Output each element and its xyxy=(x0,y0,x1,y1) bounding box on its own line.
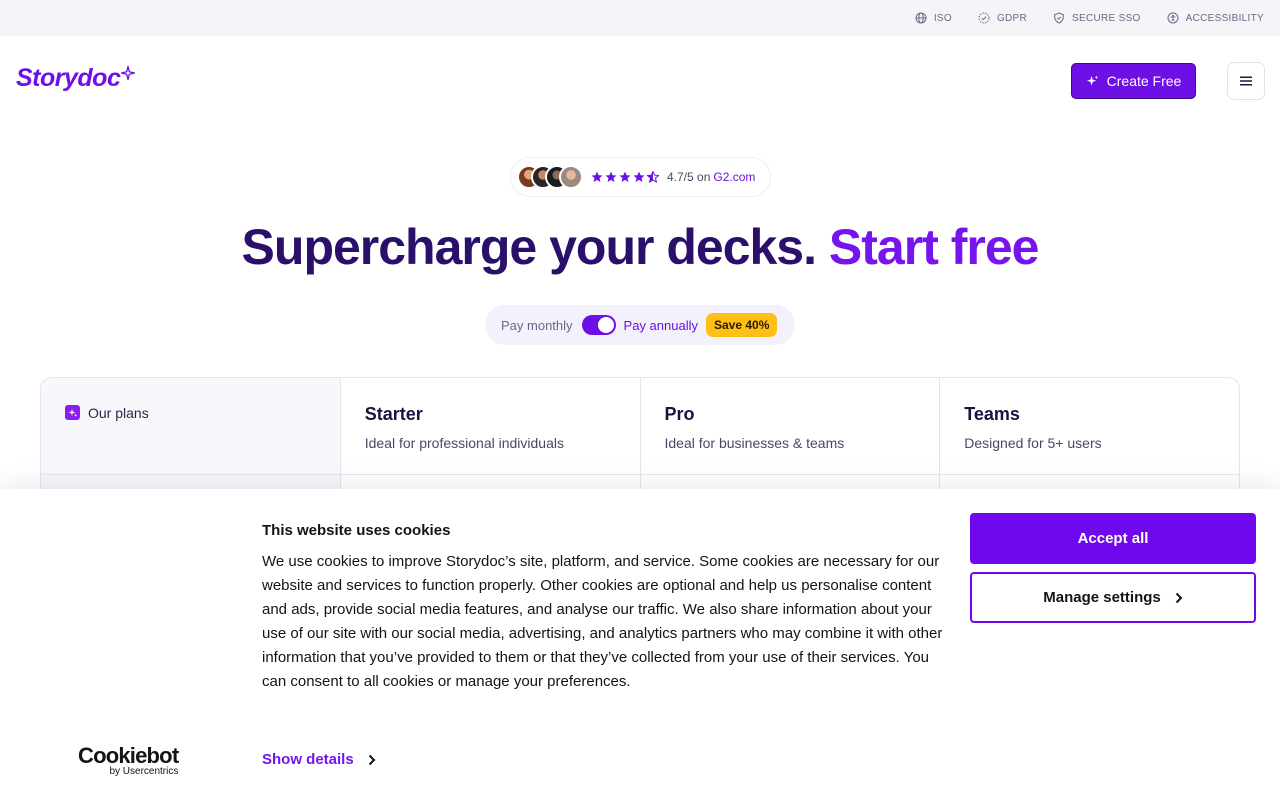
toggle-knob xyxy=(597,317,614,333)
rating-score: 4.7/5 on xyxy=(667,170,711,184)
show-details-label: Show details xyxy=(262,751,354,768)
manage-settings-label: Manage settings xyxy=(1043,589,1161,606)
star-icon xyxy=(591,171,603,182)
cookie-consent-banner: Cookiebot by Usercentrics This website u… xyxy=(0,489,1280,800)
avatar xyxy=(559,165,583,189)
trust-item-label: GDPR xyxy=(996,12,1028,24)
gdpr-icon xyxy=(978,12,990,24)
billing-period-switch: Pay monthly Pay annually Save 40% xyxy=(485,305,795,345)
plan-description: Ideal for businesses & teams xyxy=(664,435,845,451)
accept-all-button[interactable]: Accept all xyxy=(970,513,1256,564)
show-details-link[interactable]: Show details xyxy=(262,751,376,768)
plan-column-pro: Pro Ideal for businesses & teams xyxy=(639,378,940,506)
accessibility-icon xyxy=(1167,12,1179,24)
plan-description: Designed for 5+ users xyxy=(964,435,1102,451)
reviewer-avatars xyxy=(517,165,583,189)
star-icon xyxy=(633,171,645,182)
rating-badge: 4.7/5 on G2.com xyxy=(510,157,771,197)
plan-description: Ideal for professional individuals xyxy=(364,435,564,451)
g2-link[interactable]: G2.com xyxy=(713,170,755,184)
sparkle-icon xyxy=(121,66,136,80)
billing-toggle[interactable] xyxy=(581,315,616,335)
trust-item-label: ISO xyxy=(933,12,952,24)
trust-bar: ISO GDPR SECURE SSO ACCESSIBILITY xyxy=(0,0,1280,36)
hero-title-accent: Start free xyxy=(828,219,1040,275)
star-rating xyxy=(591,171,659,183)
sparkle-icon xyxy=(1086,74,1098,86)
half-star-icon xyxy=(647,171,659,183)
hero-title-main: Supercharge your decks. xyxy=(241,219,817,275)
plan-name: Pro xyxy=(664,404,695,424)
manage-settings-button[interactable]: Manage settings xyxy=(970,572,1256,623)
pay-annually-option[interactable]: Pay annually xyxy=(624,318,698,333)
chevron-right-icon xyxy=(368,754,376,765)
accept-all-label: Accept all xyxy=(1077,530,1149,547)
trust-item-label: SECURE SSO xyxy=(1072,12,1141,24)
create-free-label: Create Free xyxy=(1106,73,1182,89)
trust-item-iso[interactable]: ISO xyxy=(915,12,952,24)
cookiebot-logo: Cookiebot by Usercentrics xyxy=(78,743,179,778)
trust-item-label: ACCESSIBILITY xyxy=(1185,12,1264,24)
hamburger-icon xyxy=(1240,76,1252,86)
logo-text: Storydoc xyxy=(16,64,121,92)
trust-item-gdpr[interactable]: GDPR xyxy=(978,12,1027,24)
cookie-description: We use cookies to improve Storydoc’s sit… xyxy=(262,553,943,690)
plan-name: Teams xyxy=(964,404,1020,424)
star-icon xyxy=(605,171,617,182)
pay-monthly-option[interactable]: Pay monthly xyxy=(501,318,573,333)
plan-column-teams: Teams Designed for 5+ users xyxy=(939,378,1239,506)
trust-item-sso[interactable]: SECURE SSO xyxy=(1053,12,1141,24)
shield-icon xyxy=(1054,12,1065,24)
plan-column-starter: Starter Ideal for professional individua… xyxy=(339,378,640,506)
save-badge: Save 40% xyxy=(706,313,778,337)
chevron-right-icon xyxy=(1175,592,1183,603)
storydoc-logo[interactable]: Storydoc xyxy=(16,64,136,93)
page-title: Supercharge your decks. Start free xyxy=(0,218,1280,276)
create-free-button[interactable]: Create Free xyxy=(1071,63,1196,99)
menu-button[interactable] xyxy=(1227,62,1265,100)
trust-item-accessibility[interactable]: ACCESSIBILITY xyxy=(1167,12,1264,24)
plans-table: Our plans Starter Ideal for professional… xyxy=(40,377,1240,507)
globe-icon xyxy=(915,12,927,24)
plan-name: Starter xyxy=(364,404,423,424)
sparkle-icon xyxy=(65,405,80,420)
our-plans-label: Our plans xyxy=(88,405,149,421)
plans-header-cell: Our plans xyxy=(41,378,340,506)
star-icon xyxy=(619,171,631,182)
cookie-title: This website uses cookies xyxy=(262,522,451,539)
cookiebot-brand: Cookiebot xyxy=(78,743,179,768)
